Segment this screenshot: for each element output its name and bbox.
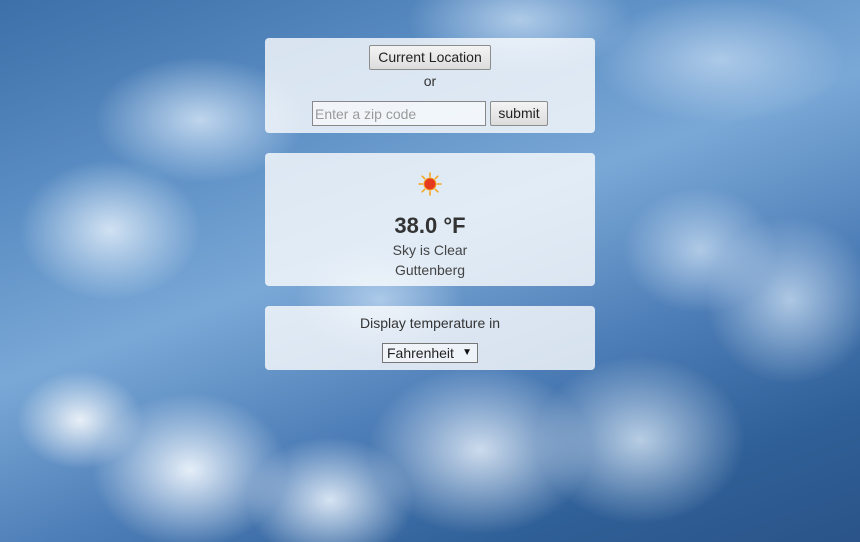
temperature-value: 38.0 °F: [394, 213, 466, 238]
zip-code-input[interactable]: [312, 101, 486, 126]
temperature-unit-select[interactable]: Fahrenheit ▼: [382, 343, 478, 363]
sun-icon: [418, 172, 442, 196]
location-panel: Current Location or submit: [265, 38, 595, 133]
weather-description: Sky is Clear: [392, 242, 468, 258]
units-panel: Display temperature in Fahrenheit ▼: [265, 306, 595, 370]
current-location-button[interactable]: Current Location: [369, 45, 491, 70]
units-label: Display temperature in: [359, 315, 501, 331]
city-name: Guttenberg: [394, 262, 466, 278]
selected-unit: Fahrenheit: [387, 345, 454, 361]
weather-panel: 38.0 °F Sky is Clear Guttenberg: [265, 153, 595, 286]
submit-button[interactable]: submit: [490, 101, 548, 126]
or-separator: or: [423, 73, 437, 89]
dropdown-arrow-icon: ▼: [462, 347, 472, 358]
weather-page: { "location_panel": { "current_location_…: [0, 0, 860, 542]
